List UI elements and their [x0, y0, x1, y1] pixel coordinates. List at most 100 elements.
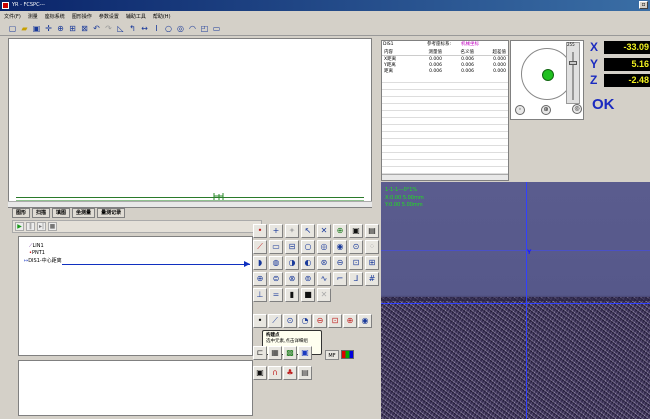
camera-view[interactable]: Y 1-1-1---0°1% X:0.00 5.00mm Y:0.00 5.00…: [381, 182, 650, 419]
menu-help[interactable]: 帮助(H): [153, 13, 171, 20]
arc-tool-icon[interactable]: ↰: [128, 24, 137, 33]
arc-center-icon[interactable]: ◔: [298, 314, 312, 328]
offset-circle-icon[interactable]: ◐: [301, 256, 315, 270]
measure-icon[interactable]: ⊏: [253, 346, 267, 360]
circle-center-icon[interactable]: ⊙: [283, 314, 297, 328]
block-icon[interactable]: ■: [301, 288, 315, 302]
slot-construct-icon[interactable]: ⊟: [285, 240, 299, 254]
tab-coordinate-measure[interactable]: 坐测量: [72, 208, 96, 218]
canvas-scrollbar[interactable]: [8, 201, 372, 207]
ring-icon[interactable]: ◉: [333, 240, 347, 254]
person-icon[interactable]: ♣: [283, 366, 297, 380]
table-row[interactable]: 距离 0.006 0.006 0.000: [382, 68, 508, 75]
dots-grid-icon[interactable]: ⁘: [365, 240, 379, 254]
vector-tool-icon[interactable]: ↖: [301, 224, 315, 238]
ellipse-icon[interactable]: ◎: [176, 24, 185, 33]
zoom-tool-icon[interactable]: ⊕: [333, 224, 347, 238]
cross-tool-icon[interactable]: +: [269, 224, 283, 238]
circle-construct-icon[interactable]: ○: [301, 240, 315, 254]
box-tool-icon[interactable]: ▣: [349, 224, 363, 238]
circle-icon[interactable]: ○: [164, 24, 173, 33]
color-icon[interactable]: [341, 350, 354, 359]
slider-reset-button[interactable]: ◎: [572, 104, 582, 114]
tree-item-line[interactable]: ⟋LIN1: [29, 243, 44, 249]
stop-icon[interactable]: ■: [48, 222, 57, 231]
picture-icon[interactable]: ▩: [283, 346, 297, 360]
concentric-icon[interactable]: ◎: [317, 240, 331, 254]
tab-scan[interactable]: 扫描: [32, 208, 51, 218]
image-tool-icon[interactable]: ▤: [365, 224, 379, 238]
dial-center-button[interactable]: ⊛: [541, 105, 551, 115]
line-construct-icon[interactable]: ⟋: [253, 240, 267, 254]
tree-item-distance[interactable]: ↦DIS1-中心距离: [24, 257, 62, 264]
disabled-cross-icon[interactable]: ✕: [317, 288, 331, 302]
distance-icon[interactable]: ↔: [140, 24, 149, 33]
zoom-icon[interactable]: ⊕: [56, 24, 65, 33]
menu-coordinate-system[interactable]: 座标系统: [45, 13, 65, 20]
ring-center-icon[interactable]: ◉: [358, 314, 372, 328]
loop-icon[interactable]: ∩: [268, 366, 282, 380]
rectangle-icon[interactable]: ◰: [200, 24, 209, 33]
window-icon[interactable]: ▭: [212, 24, 221, 33]
menu-measure[interactable]: 测量: [28, 13, 38, 20]
slot-center-icon[interactable]: ⊖: [313, 314, 327, 328]
symmetric-icon[interactable]: ⊕: [253, 272, 267, 286]
arc-construct-icon[interactable]: ◗: [253, 256, 267, 270]
window-control-button[interactable]: ▫: [639, 1, 648, 9]
menu-tools[interactable]: 辅助工具: [126, 13, 146, 20]
mirror-icon[interactable]: ⊜: [269, 272, 283, 286]
menu-file[interactable]: 文件(F): [4, 13, 21, 20]
document-icon[interactable]: ▤: [298, 366, 312, 380]
half-circle-icon[interactable]: ◑: [285, 256, 299, 270]
parallel-icon[interactable]: =: [269, 288, 283, 302]
axis-tool-icon[interactable]: ✕: [317, 224, 331, 238]
perpendicular-icon[interactable]: ⊥: [253, 288, 267, 302]
feature-tree[interactable]: ⟋LIN1 •PNT1 ↦DIS1-中心距离: [18, 236, 253, 356]
table-scrollbar[interactable]: [382, 174, 508, 180]
fit-icon[interactable]: ⊠: [80, 24, 89, 33]
rect-center-icon[interactable]: ⊡: [328, 314, 342, 328]
save-icon[interactable]: ▣: [32, 24, 41, 33]
corner-icon[interactable]: ⅃: [349, 272, 363, 286]
grid-icon[interactable]: ⊞: [68, 24, 77, 33]
line-segment-icon[interactable]: ⟋: [268, 314, 282, 328]
mf-button[interactable]: MF: [325, 350, 339, 360]
undo-icon[interactable]: ↶: [92, 24, 101, 33]
crosshair-icon[interactable]: ✛: [44, 24, 53, 33]
pause-icon[interactable]: ‖: [26, 222, 35, 231]
wave-icon[interactable]: ∿: [317, 272, 331, 286]
tab-graphics[interactable]: 图形: [12, 208, 31, 218]
monitor-icon[interactable]: ▣: [298, 346, 312, 360]
ellipse-construct-icon[interactable]: ⊖: [333, 256, 347, 270]
slider-handle[interactable]: [569, 61, 577, 65]
point-tool-icon[interactable]: •: [253, 224, 267, 238]
menu-settings[interactable]: 参数设置: [99, 13, 119, 20]
redo-icon[interactable]: ↷: [104, 24, 113, 33]
symmetric-center-icon[interactable]: ⊕: [343, 314, 357, 328]
circle-dot-icon[interactable]: ⊙: [349, 240, 363, 254]
tree-item-point[interactable]: •PNT1: [29, 250, 45, 256]
rect-construct-icon[interactable]: ▭: [269, 240, 283, 254]
image-icon[interactable]: ▦: [268, 346, 282, 360]
play-icon[interactable]: ▶: [15, 222, 24, 231]
new-file-icon[interactable]: ▢: [8, 24, 17, 33]
tab-fill[interactable]: 填图: [52, 208, 71, 218]
dial-left-button[interactable]: ◦: [515, 105, 525, 115]
menu-graphics[interactable]: 图形操作: [72, 13, 92, 20]
step-icon[interactable]: ▸|: [37, 222, 46, 231]
tab-measure-record[interactable]: 量测记录: [97, 208, 126, 218]
curve-construct-icon[interactable]: ⌐: [333, 272, 347, 286]
save-small-icon[interactable]: ▣: [253, 366, 267, 380]
angle-icon[interactable]: Ⅰ: [152, 24, 161, 33]
graphics-canvas[interactable]: [8, 38, 372, 208]
open-folder-icon[interactable]: ▰: [20, 24, 29, 33]
frame-icon[interactable]: ⊡: [349, 256, 363, 270]
pattern-icon[interactable]: ⊚: [301, 272, 315, 286]
hash-icon[interactable]: #: [365, 272, 379, 286]
multi-point-tool-icon[interactable]: ✦: [285, 224, 299, 238]
line-tool-icon[interactable]: ◺: [116, 24, 125, 33]
grid-construct-icon[interactable]: ⊞: [365, 256, 379, 270]
intersect-icon[interactable]: ⊗: [285, 272, 299, 286]
target-icon[interactable]: ⊛: [317, 256, 331, 270]
curve-icon[interactable]: ◠: [188, 24, 197, 33]
